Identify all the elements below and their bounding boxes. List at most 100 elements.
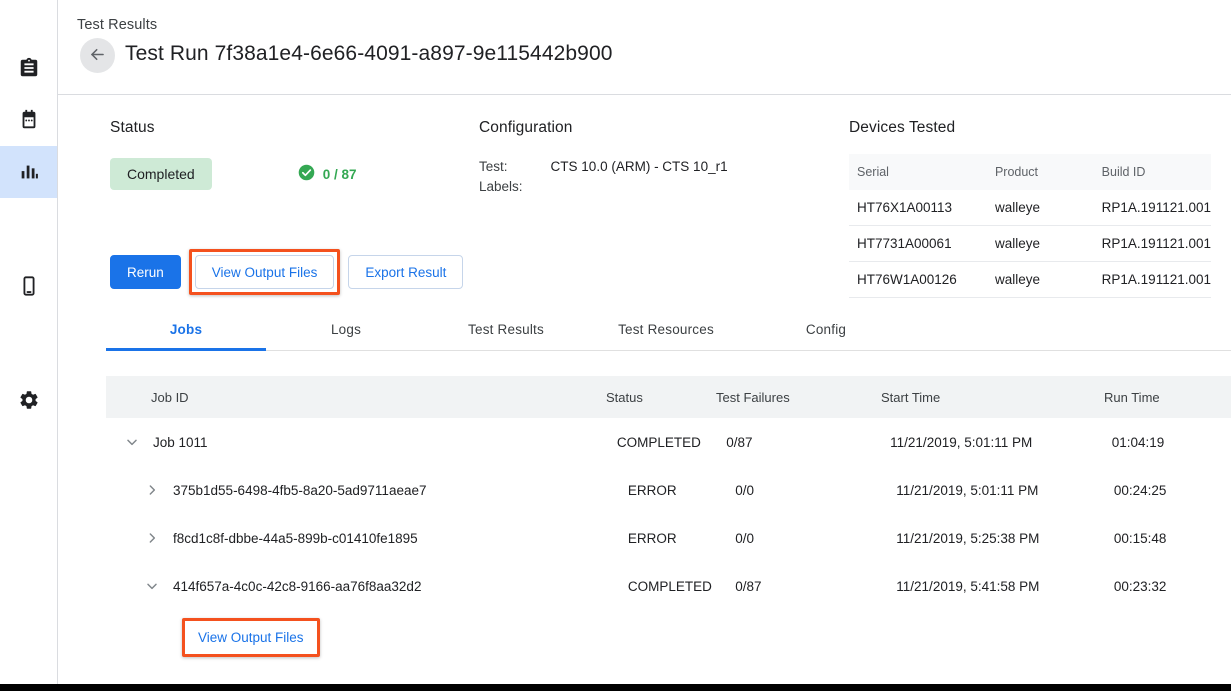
job-id-label: f8cd1c8f-dbbe-44a5-899b-c01410fe1895 (173, 531, 418, 546)
job-status: ERROR (628, 483, 735, 498)
table-row: HT76W1A00126 walleye RP1A.191121.001 (849, 262, 1211, 298)
sidebar-item-results[interactable] (0, 146, 57, 198)
device-serial: HT7731A00061 (849, 226, 995, 262)
arrow-left-icon (88, 45, 107, 67)
job-run-time: 00:24:25 (1114, 483, 1231, 498)
job-start-time: 11/21/2019, 5:25:38 PM (896, 531, 1114, 546)
left-navigation-sidebar (0, 0, 58, 684)
job-test-failures: 0/87 (735, 579, 896, 594)
rerun-button[interactable]: Rerun (110, 255, 181, 289)
config-value-labels (551, 179, 728, 194)
device-build-id: RP1A.191121.001 (1102, 190, 1211, 226)
tab-jobs[interactable]: Jobs (106, 322, 266, 350)
table-row: HT76X1A00113 walleye RP1A.191121.001 (849, 190, 1211, 226)
table-row[interactable]: 414f657a-4c0c-42c8-9166-aa76f8aa32d2 COM… (106, 562, 1231, 610)
page-title: Test Run 7f38a1e4-6e66-4091-a897-9e11544… (125, 42, 613, 66)
chevron-down-icon[interactable] (140, 578, 164, 594)
jobs-col-start-time: Start Time (881, 390, 1104, 405)
job-detail-actions: View Output Files (106, 610, 1231, 664)
device-product: walleye (995, 226, 1102, 262)
table-row[interactable]: 375b1d55-6498-4fb5-8a20-5ad9711aeae7 ERR… (106, 466, 1231, 514)
jobs-col-status: Status (606, 390, 716, 405)
devices-table: Serial Product Build ID HT76X1A00113 wal… (849, 154, 1211, 298)
devices-table-header-row: Serial Product Build ID (849, 154, 1211, 190)
job-id-cell: Job 1011 (106, 434, 617, 450)
check-circle-icon (298, 164, 315, 184)
sidebar-spacer-upper (0, 198, 57, 260)
job-status: ERROR (628, 531, 735, 546)
job-test-failures: 0/0 (735, 483, 896, 498)
job-id-cell: 414f657a-4c0c-42c8-9166-aa76f8aa32d2 (106, 578, 628, 594)
job-test-failures: 0/0 (735, 531, 896, 546)
devices-col-build-id: Build ID (1102, 154, 1211, 190)
tab-test-resources[interactable]: Test Resources (586, 322, 746, 350)
view-output-files-button[interactable]: View Output Files (195, 255, 335, 289)
status-row: Completed 0 / 87 (110, 158, 356, 190)
pass-count: 0 / 87 (298, 164, 357, 184)
bar-chart-icon (18, 161, 40, 183)
job-status: COMPLETED (617, 435, 726, 450)
back-button[interactable] (80, 38, 115, 73)
sidebar-item-devices[interactable] (0, 260, 57, 312)
device-build-id: RP1A.191121.001 (1102, 262, 1211, 298)
jobs-col-test-failures: Test Failures (716, 390, 881, 405)
device-build-id: RP1A.191121.001 (1102, 226, 1211, 262)
job-run-time: 00:15:48 (1114, 531, 1231, 546)
job-run-time: 00:23:32 (1114, 579, 1231, 594)
sidebar-spacer-lower (0, 312, 57, 374)
job-id-cell: f8cd1c8f-dbbe-44a5-899b-c01410fe1895 (106, 530, 628, 546)
job-id-label: 414f657a-4c0c-42c8-9166-aa76f8aa32d2 (173, 579, 421, 594)
job-start-time: 11/21/2019, 5:01:11 PM (896, 483, 1114, 498)
config-value-test: CTS 10.0 (ARM) - CTS 10_r1 (551, 159, 728, 174)
devices-col-serial: Serial (849, 154, 995, 190)
status-section: Status Completed 0 / 87 (110, 119, 356, 190)
configuration-section: Configuration Test: CTS 10.0 (ARM) - CTS… (479, 119, 728, 194)
jobs-table: Job ID Status Test Failures Start Time R… (106, 376, 1231, 664)
page-header: Test Results Test Run 7f38a1e4-6e66-4091… (58, 0, 1231, 95)
sidebar-item-settings[interactable] (0, 374, 57, 426)
table-row[interactable]: f8cd1c8f-dbbe-44a5-899b-c01410fe1895 ERR… (106, 514, 1231, 562)
job-view-output-files-button[interactable]: View Output Files (188, 624, 314, 651)
status-heading: Status (110, 119, 356, 137)
export-result-button[interactable]: Export Result (348, 255, 463, 289)
device-serial: HT76X1A00113 (849, 190, 995, 226)
job-id-label: Job 1011 (153, 435, 208, 450)
view-output-files-highlight: View Output Files (189, 249, 341, 295)
devices-tested-heading: Devices Tested (849, 119, 1211, 137)
jobs-col-run-time: Run Time (1104, 390, 1224, 405)
tab-logs[interactable]: Logs (266, 322, 426, 350)
device-product: walleye (995, 262, 1102, 298)
calendar-icon (18, 109, 40, 131)
sidebar-item-schedules[interactable] (0, 94, 57, 146)
gear-icon (18, 389, 40, 411)
job-status: COMPLETED (628, 579, 735, 594)
jobs-table-header-row: Job ID Status Test Failures Start Time R… (106, 376, 1231, 418)
chevron-right-icon[interactable] (140, 482, 164, 498)
tab-test-results[interactable]: Test Results (426, 322, 586, 350)
configuration-list: Test: CTS 10.0 (ARM) - CTS 10_r1 Labels: (479, 159, 728, 194)
chevron-right-icon[interactable] (140, 530, 164, 546)
devices-col-product: Product (995, 154, 1102, 190)
pass-count-label: 0 / 87 (323, 167, 357, 182)
sidebar-item-test-suites[interactable] (0, 42, 57, 94)
page-content: Status Completed 0 / 87 Configuration (58, 95, 1231, 684)
job-start-time: 11/21/2019, 5:41:58 PM (896, 579, 1114, 594)
jobs-col-job-id: Job ID (106, 390, 606, 405)
chevron-down-icon[interactable] (120, 434, 144, 450)
device-product: walleye (995, 190, 1102, 226)
table-row: HT7731A00061 walleye RP1A.191121.001 (849, 226, 1211, 262)
job-start-time: 11/21/2019, 5:01:11 PM (890, 435, 1112, 450)
device-serial: HT76W1A00126 (849, 262, 995, 298)
phone-icon (18, 275, 40, 297)
tab-bar: Jobs Logs Test Results Test Resources Co… (106, 322, 1231, 351)
job-id-label: 375b1d55-6498-4fb5-8a20-5ad9711aeae7 (173, 483, 426, 498)
action-buttons: Rerun View Output Files Export Result (110, 249, 463, 295)
clipboard-icon (18, 57, 40, 79)
config-key-test: Test: (479, 159, 523, 174)
devices-tested-section: Devices Tested Serial Product Build ID H… (849, 119, 1211, 298)
table-row[interactable]: Job 1011 COMPLETED 0/87 11/21/2019, 5:01… (106, 418, 1231, 466)
config-key-labels: Labels: (479, 179, 523, 194)
tab-config[interactable]: Config (746, 322, 906, 350)
app-window: Test Results Test Run 7f38a1e4-6e66-4091… (0, 0, 1231, 691)
status-badge: Completed (110, 158, 212, 190)
